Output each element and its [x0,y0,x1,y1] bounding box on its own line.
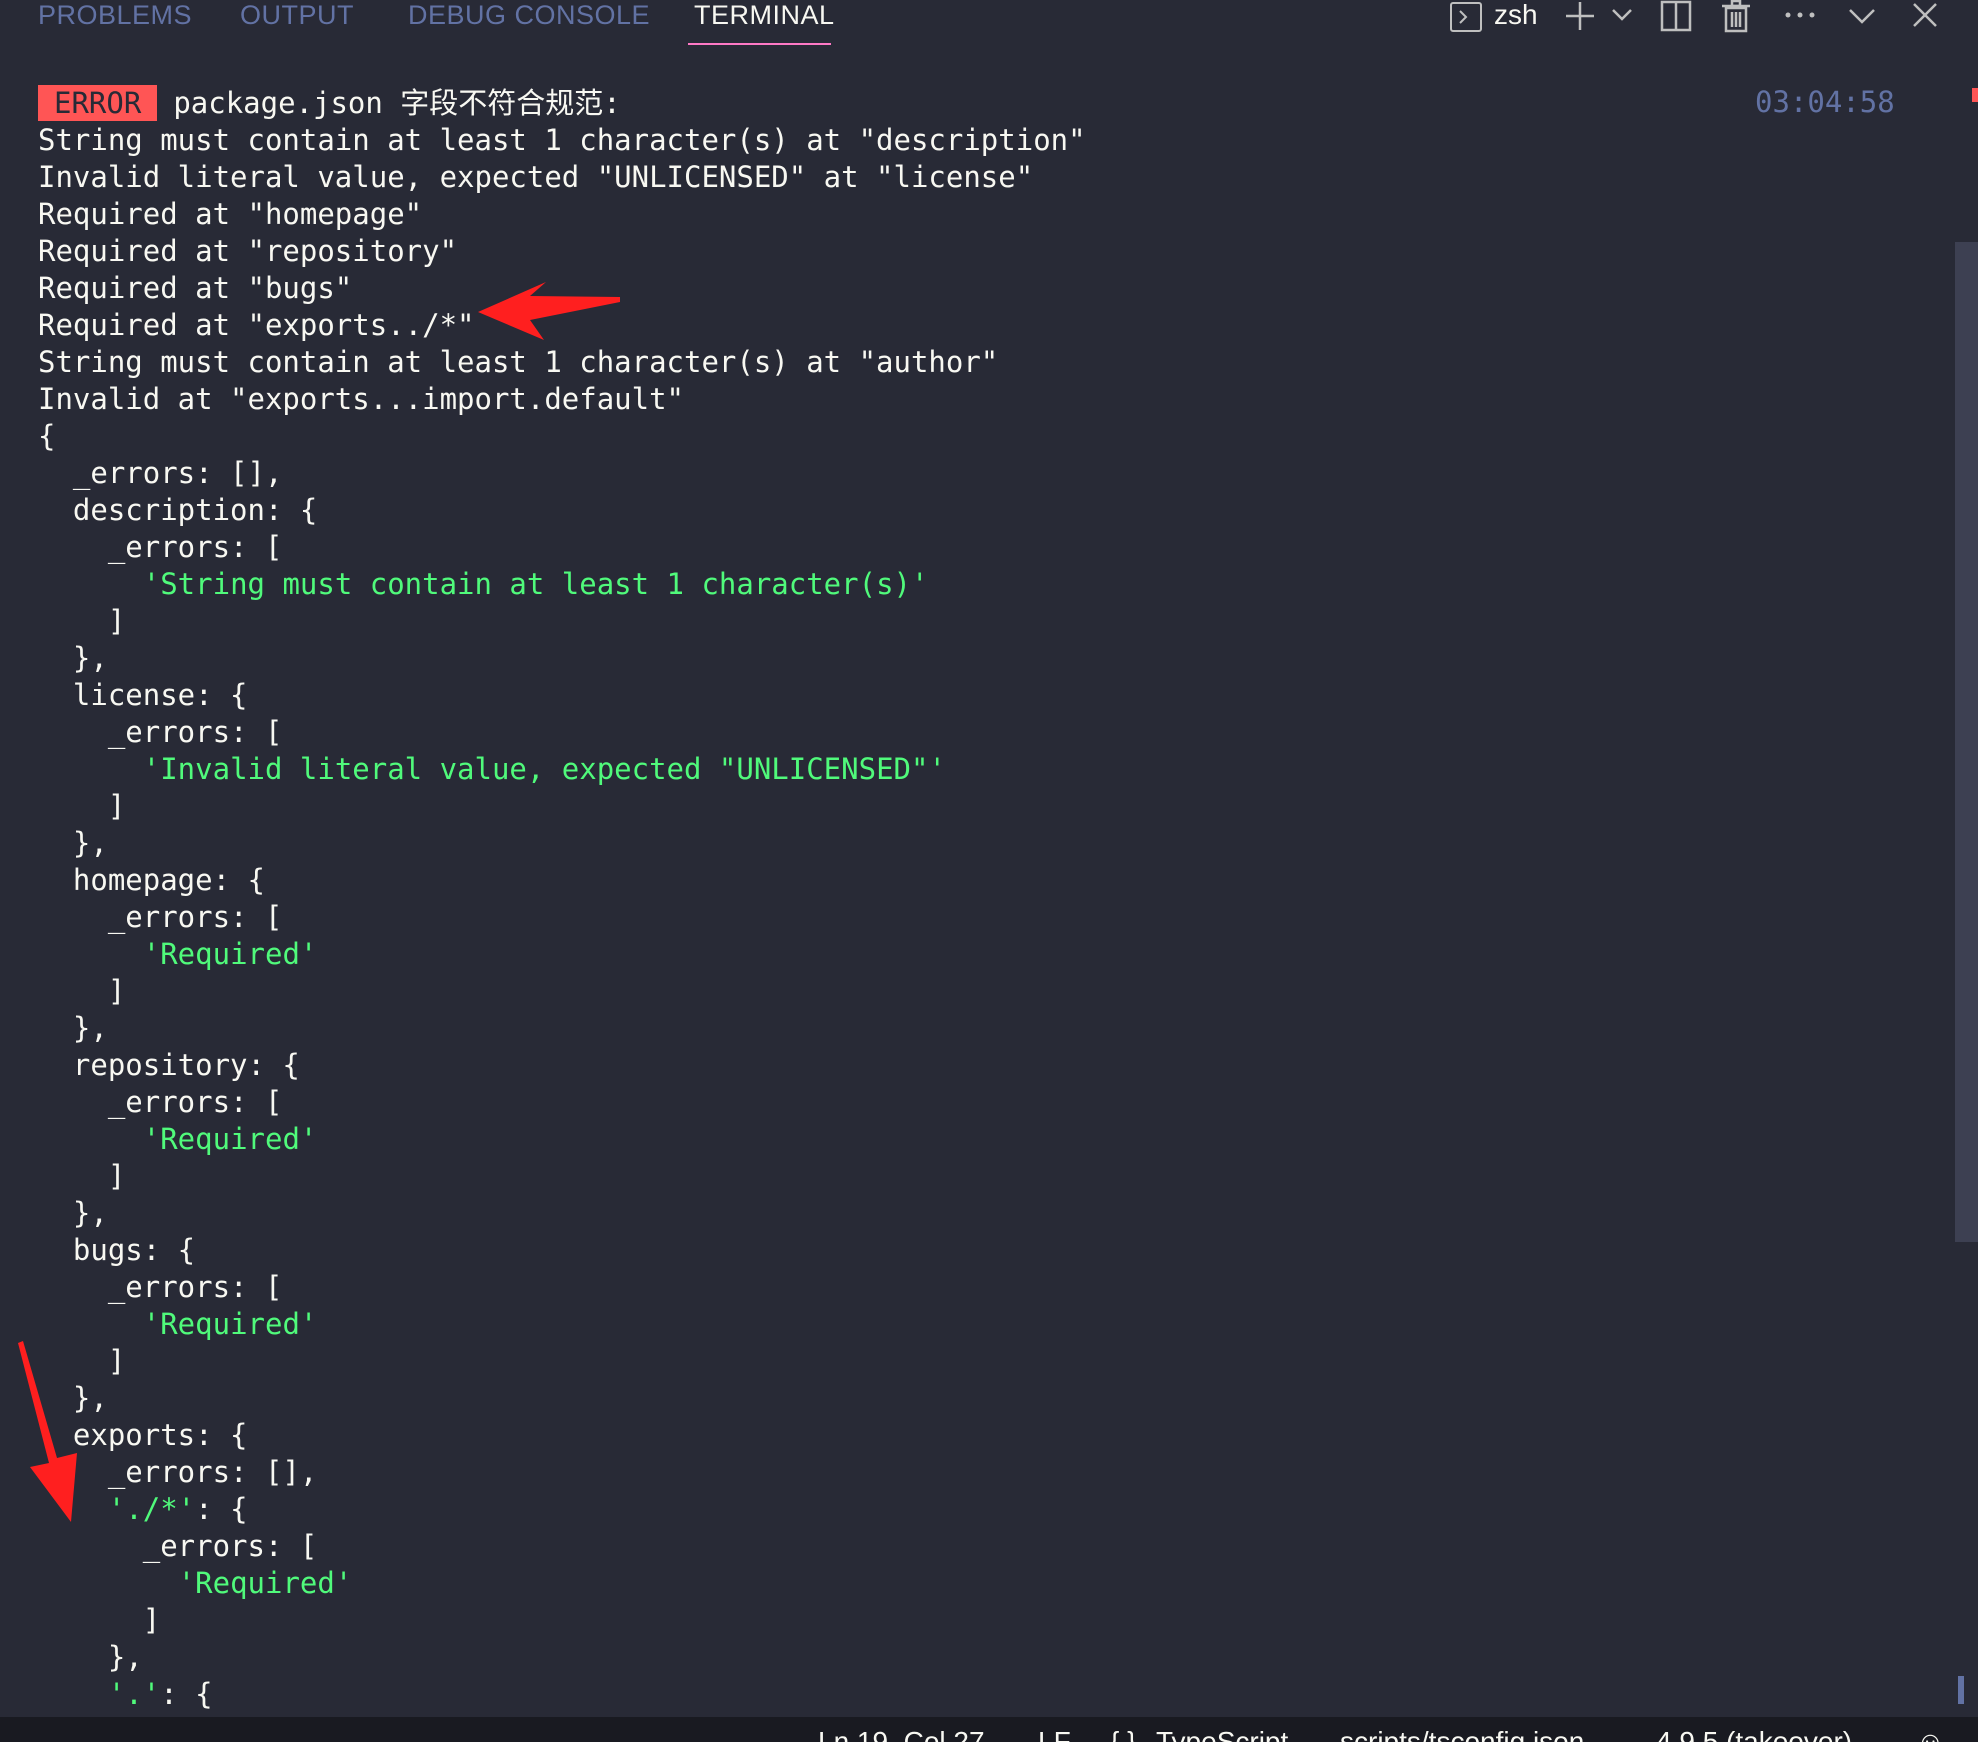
error-message: Required at "homepage" [38,197,423,231]
dump-line: _errors: [ [38,715,283,749]
dump-line: { [38,419,56,453]
dump-line: }, [38,1381,108,1415]
dump-line: }, [38,1196,108,1230]
status-ts-version[interactable]: 4.9.5 (takeover) [1656,1727,1852,1742]
close-icon[interactable] [1908,0,1944,36]
dump-string: './*' [107,1492,196,1526]
dump-line: _errors: [], [38,1455,318,1489]
dump-line: _errors: [ [38,900,283,934]
chevron-down-icon[interactable] [1604,0,1632,36]
terminal-output[interactable]: ERROR package.json 字段不符合规范: String must c… [0,52,1950,1717]
error-message: Required at "bugs" [38,271,353,305]
tab-terminal[interactable]: TERMINAL [694,0,835,46]
dump-string: '.' [107,1677,161,1711]
tab-debug-console[interactable]: DEBUG CONSOLE [408,0,650,46]
scrollbar-thumb[interactable] [1955,242,1978,1242]
split-icon[interactable] [1658,0,1694,36]
dump-line: _errors: [], [38,456,283,490]
dump-line: ] [38,1344,126,1378]
dump-line: 'Required' [38,1121,318,1158]
ellipsis-icon[interactable] [1782,0,1818,36]
dump-string: 'String must contain at least 1 characte… [142,567,929,601]
error-message: String must contain at least 1 character… [38,123,1086,157]
dump-line: }, [38,641,108,675]
dump-line: 'Required' [38,1565,353,1602]
dump-line: repository: { [38,1048,300,1082]
dump-line: }, [38,826,108,860]
error-message: Required at "exports../*" [38,308,475,342]
dump-line: exports: { [38,1418,248,1452]
status-cursor-position[interactable]: Ln 19, Col 27 [818,1727,985,1742]
dump-line: }, [38,1011,108,1045]
error-message: Required at "repository" [38,234,458,268]
panel-tab-bar: PROBLEMS OUTPUT DEBUG CONSOLE TERMINAL z… [0,0,1978,52]
error-badge: ERROR [38,85,158,121]
dump-line: 'Required' [38,936,318,973]
error-header-line: ERROR package.json 字段不符合规范: [38,85,621,122]
status-bar: Ln 19, Col 27 LF { } TypeScript scripts/… [0,1717,1978,1742]
dump-line: }, [38,1640,143,1674]
dump-line: './*': { [38,1491,248,1528]
error-message: Invalid literal value, expected "UNLICEN… [38,160,1034,194]
dump-line: ] [38,1159,126,1193]
dump-line: description: { [38,493,318,527]
dump-line: homepage: { [38,863,265,897]
plus-icon[interactable] [1562,0,1598,36]
dump-punct: : { [160,1677,213,1711]
dump-line: '.': { [38,1676,213,1713]
dump-string: 'Invalid literal value, expected "UNLICE… [142,752,946,786]
trash-icon[interactable] [1718,0,1754,36]
error-message: String must contain at least 1 character… [38,345,999,379]
dump-line: license: { [38,678,248,712]
dump-line: 'Required' [38,1306,318,1343]
dump-punct: : { [195,1492,248,1526]
tab-problems[interactable]: PROBLEMS [38,0,192,46]
status-tsconfig[interactable]: scripts/tsconfig.json [1340,1727,1584,1742]
dump-line: _errors: [ [38,1529,318,1563]
active-tab-indicator [688,43,831,45]
status-language[interactable]: TypeScript [1156,1727,1288,1742]
error-overview-mark [1972,88,1978,102]
dump-string: 'Required' [177,1566,353,1600]
dump-line: bugs: { [38,1233,196,1267]
terminal-icon[interactable] [1448,0,1484,36]
feedback-icon[interactable]: ☺ [1916,1727,1945,1742]
dump-line: ] [38,1603,161,1637]
dump-line: _errors: [ [38,530,283,564]
error-title: package.json 字段不符合规范: [173,86,621,120]
status-eol[interactable]: LF [1038,1727,1071,1742]
dump-line: ] [38,604,126,638]
tab-output[interactable]: OUTPUT [240,0,354,46]
terminal-shell-name[interactable]: zsh [1494,0,1538,32]
scrollbar-marker [1958,1676,1964,1704]
chevron-down-icon[interactable] [1844,0,1880,36]
error-message: Invalid at "exports...import.default" [38,382,685,416]
dump-line: ] [38,789,126,823]
timestamp: 03:04:58 [1755,85,1895,119]
dump-line: _errors: [ [38,1085,283,1119]
dump-line: 'String must contain at least 1 characte… [38,566,929,603]
dump-string: 'Required' [142,937,318,971]
dump-line: 'Invalid literal value, expected "UNLICE… [38,751,946,788]
braces-icon: { } [1110,1726,1137,1742]
dump-string: 'Required' [142,1122,318,1156]
dump-line: ] [38,974,126,1008]
dump-string: 'Required' [142,1307,318,1341]
dump-line: _errors: [ [38,1270,283,1304]
